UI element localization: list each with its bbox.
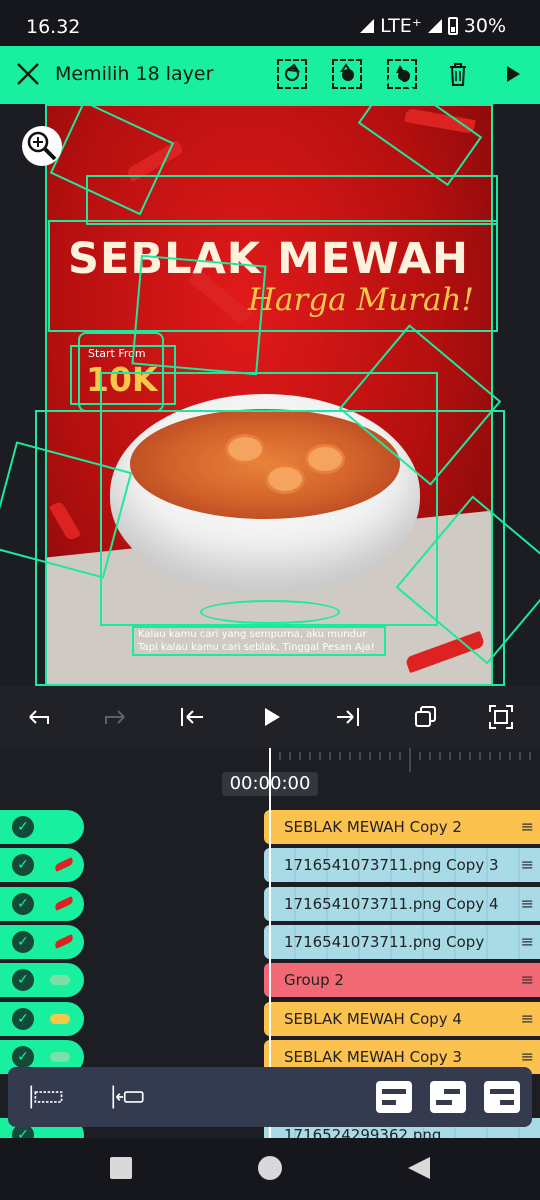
clip-label: Group 2 [284,971,344,989]
align-center-icon [436,1089,460,1105]
layer-visibility-toggle[interactable]: ✓ [0,1002,84,1036]
caption-line-2: Tapi kalau kamu cari seblak, Tinggal Pes… [138,642,375,653]
play-icon[interactable] [256,702,286,732]
clip-label: 1716524299362.png [284,1126,442,1138]
layer-visibility-toggle[interactable]: ✓ [0,848,84,882]
status-time: 16.32 [26,16,81,38]
chili-image [125,139,185,183]
layer-clip[interactable]: SEBLAK MEWAH Copy 4 ≡ [264,1002,540,1036]
check-icon: ✓ [12,1008,34,1030]
signal-icon-2 [427,19,442,33]
soup-image [130,409,400,519]
shapes-filled-icon [396,65,410,82]
poster-price[interactable]: 10K [86,360,158,399]
menu-icon[interactable]: ≡ [521,810,534,844]
menu-icon[interactable]: ≡ [521,963,534,997]
clip-label: 1716541073711.png Copy 4 [284,895,499,913]
layer-clip[interactable]: Group 2 ≡ [264,963,540,997]
clip-label: SEBLAK MEWAH Copy 4 [284,1010,462,1028]
merge-layers-button[interactable] [387,59,417,89]
clip-label: 1716541073711.png Copy 3 [284,856,499,874]
check-icon: ✓ [12,931,34,953]
timeline-ruler[interactable] [272,748,540,772]
jump-to-start-icon[interactable] [177,702,207,732]
align-distribute-horizontal-icon[interactable] [28,1081,64,1113]
check-icon: ✓ [12,893,34,915]
check-icon: ✓ [12,854,34,876]
status-icons: LTE⁺ 30% [360,15,506,37]
playback-bar [0,686,540,748]
align-left-icon [382,1089,406,1105]
trash-icon[interactable] [443,59,473,89]
clip-label: SEBLAK MEWAH Copy 2 [284,818,462,836]
caption-line-1: Kalau kamu cari yang sempurna, aku mundu… [138,629,367,640]
shrimp-shape [265,464,305,494]
align-left-edge-icon[interactable] [110,1081,146,1113]
redo-icon[interactable] [100,702,130,732]
android-nav-bar [0,1138,540,1200]
home-circle-icon[interactable] [258,1156,282,1180]
chili-image [404,108,476,134]
clip-label: 1716541073711.png Copy [284,933,485,951]
layer-clip[interactable]: 1716541073711.png Copy 4 ≡ [264,887,540,921]
align-right-icon [490,1089,514,1105]
group-thumbnail [50,975,70,985]
battery-label: 30% [463,15,506,37]
back-triangle-icon[interactable] [408,1157,430,1179]
check-icon: ✓ [12,969,34,991]
poster-start-from[interactable]: Start From [88,347,146,360]
menu-icon[interactable]: ≡ [521,1002,534,1036]
group-layers-button[interactable] [277,59,307,89]
chili-thumbnail [53,896,75,911]
text-thumbnail [50,1014,70,1024]
recents-square-icon[interactable] [110,1157,132,1179]
battery-icon [447,17,458,35]
layer-visibility-toggle[interactable]: ✓ [0,925,84,959]
layer-clip[interactable]: SEBLAK MEWAH Copy 2 ≡ [264,810,540,844]
poster-subhead[interactable]: Harga Murah! [248,282,474,318]
chili-thumbnail [53,857,75,872]
menu-icon[interactable]: ≡ [521,848,534,882]
menu-icon[interactable]: ≡ [521,925,534,959]
selection-title: Memilih 18 layer [55,63,214,85]
magnifier-zoom-icon [27,131,57,161]
align-panel [8,1067,532,1127]
status-bar: 16.32 LTE⁺ 30% [0,0,540,46]
layer-clip[interactable]: 1716541073711.png Copy 3 ≡ [264,848,540,882]
text-thumbnail [50,1052,70,1062]
poster-caption[interactable]: Kalau kamu cari yang sempurna, aku mundu… [138,628,388,654]
chili-image [48,500,82,542]
clip-label: SEBLAK MEWAH Copy 3 [284,1048,462,1066]
shrimp-shape [305,444,345,474]
close-icon[interactable] [14,60,42,88]
undo-icon[interactable] [24,702,54,732]
align-center-button[interactable] [430,1081,466,1113]
layer-visibility-toggle[interactable]: ✓ [0,810,84,844]
poster-headline[interactable]: SEBLAK MEWAH [68,234,469,284]
network-label: LTE⁺ [380,15,422,37]
duplicate-icon[interactable] [410,702,440,732]
jump-to-end-icon[interactable] [333,702,363,732]
layer-clip[interactable]: 1716541073711.png Copy ≡ [264,925,540,959]
shapes-partial-icon [340,63,354,81]
shrimp-shape [225,434,265,464]
shapes-outline-icon [285,63,301,81]
align-left-button[interactable] [376,1081,412,1113]
check-icon: ✓ [12,1046,34,1068]
signal-icon [360,19,375,33]
align-right-button[interactable] [484,1081,520,1113]
ungroup-layers-button[interactable] [332,59,362,89]
menu-icon[interactable]: ≡ [521,887,534,921]
fit-screen-icon[interactable] [486,702,516,732]
play-forward-icon[interactable] [498,59,528,89]
check-icon: ✓ [12,816,34,838]
layer-visibility-toggle[interactable]: ✓ [0,887,84,921]
chili-thumbnail [53,934,75,949]
layer-visibility-toggle[interactable]: ✓ [0,963,84,997]
zoom-button[interactable] [22,126,62,166]
top-toolbar: Memilih 18 layer [0,46,540,104]
